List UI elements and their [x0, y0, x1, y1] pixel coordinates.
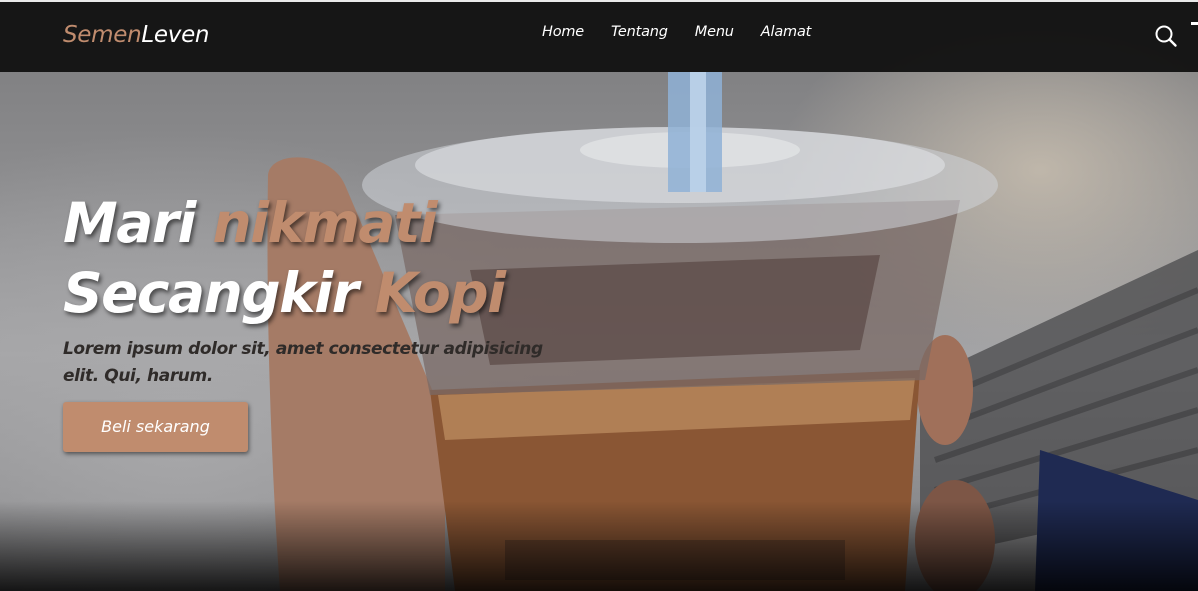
nav-links: Home Tentang Menu Alamat: [542, 24, 838, 40]
nav-item-menu[interactable]: Menu: [695, 24, 734, 40]
hero-content: Mari nikmati Secangkir Kopi Lorem ipsum …: [63, 188, 603, 452]
buy-now-button[interactable]: Beli sekarang: [63, 402, 248, 452]
nav-item-tentang[interactable]: Tentang: [611, 24, 668, 40]
headline-accent-1: nikmati: [212, 191, 437, 255]
hero-headline: Mari nikmati Secangkir Kopi: [63, 188, 603, 328]
nav-item-home[interactable]: Home: [542, 24, 584, 40]
brand-part-2: Leven: [141, 22, 210, 48]
headline-accent-2: Kopi: [374, 261, 506, 325]
headline-word-1: Mari: [63, 191, 196, 255]
search-icon[interactable]: [1154, 24, 1178, 48]
hero-subtext: Lorem ipsum dolor sit, amet consectetur …: [63, 339, 543, 386]
headline-word-2: Secangkir: [63, 261, 359, 325]
brand-part-1: Semen: [63, 22, 142, 48]
brand-logo[interactable]: SemenLeven: [63, 22, 210, 48]
menu-icon-partial[interactable]: [1191, 22, 1198, 25]
nav-item-alamat[interactable]: Alamat: [761, 24, 812, 40]
navbar: SemenLeven Home Tentang Menu Alamat: [0, 0, 1198, 72]
